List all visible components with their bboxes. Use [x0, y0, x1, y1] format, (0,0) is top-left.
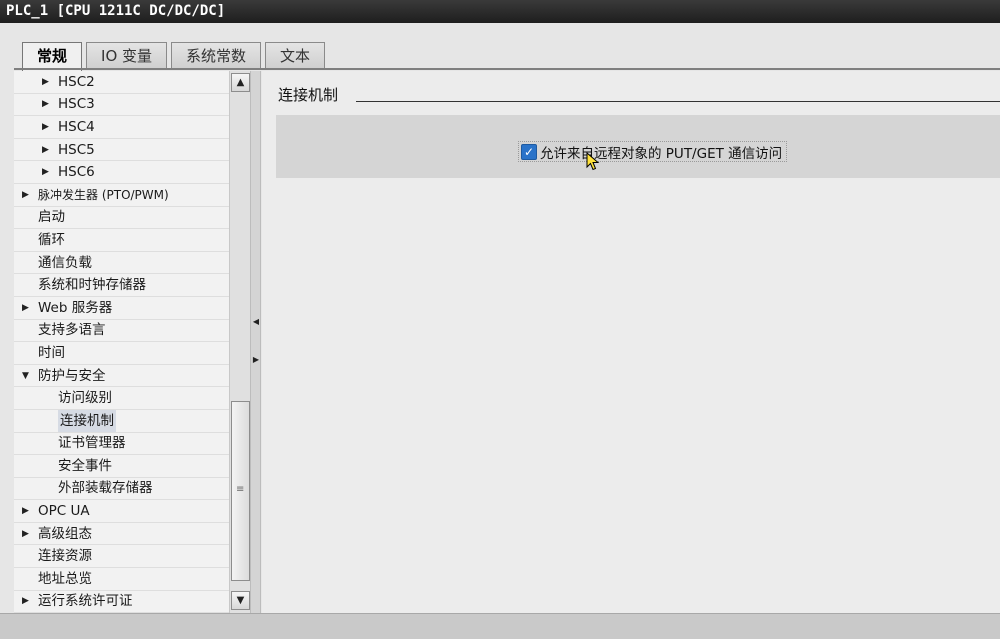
tree-item[interactable]: ▶ 运行系统许可证	[14, 591, 229, 613]
tree-item[interactable]: 连接机制	[14, 409, 229, 433]
tree-item-label: 启动	[38, 209, 65, 226]
collapse-left-icon[interactable]: ◀	[252, 313, 260, 331]
put-get-checkbox-label[interactable]: 允许来自远程对象的 PUT/GET 通信访问	[540, 142, 782, 162]
tree-item[interactable]: ▶ HSC2	[14, 71, 229, 94]
expand-arrow-icon[interactable]: ▶	[42, 93, 58, 115]
tree-item-label: 支持多语言	[38, 322, 106, 339]
tree-item[interactable]: 系统和时钟存储器	[14, 274, 229, 297]
tree-item[interactable]: ▶ 高级组态	[14, 523, 229, 546]
tree-item-label: OPC UA	[38, 503, 90, 520]
section-title: 连接机制	[278, 86, 339, 104]
check-icon: ✓	[523, 144, 535, 159]
expand-arrow-icon[interactable]: ▶	[42, 161, 58, 183]
tree-item-label: 连接资源	[38, 548, 92, 565]
tree-item[interactable]: 外部装载存储器	[14, 478, 229, 501]
navigation-tree: ▶ HSC2 ▶ HSC3 ▶ HSC4 ▶ HSC5 ▶ HSC6 ▶ 脉冲发生器 (PTO/PWM…	[14, 71, 229, 613]
tree-item[interactable]: 访问级别	[14, 387, 229, 410]
tab-general[interactable]: 常规	[22, 42, 83, 71]
tree-item[interactable]: ▶ HSC3	[14, 94, 229, 117]
window-title: PLC_1 [CPU 1211C DC/DC/DC]	[0, 0, 1000, 23]
tree-item[interactable]: ▶ HSC5	[14, 139, 229, 162]
expand-arrow-icon[interactable]: ▶	[42, 116, 58, 138]
expand-arrow-icon[interactable]: ▶	[42, 71, 58, 93]
tree-item[interactable]: 时间	[14, 342, 229, 365]
tree-item[interactable]: 连接资源	[14, 545, 229, 569]
tree-item[interactable]: 循环	[14, 229, 229, 252]
expand-right-icon[interactable]: ▶	[252, 351, 260, 369]
tree-item[interactable]: 支持多语言	[14, 320, 229, 343]
tree-item-label: 循环	[38, 231, 65, 248]
tree-item-label: 地址总览	[38, 570, 92, 587]
tree-item-label: 系统和时钟存储器	[38, 277, 146, 294]
expand-arrow-icon[interactable]: ▶	[22, 297, 38, 319]
tree-item-label: 访问级别	[58, 390, 112, 407]
tree-item[interactable]: ▶ HSC4	[14, 116, 229, 139]
tree-item-label: Web 服务器	[38, 299, 113, 316]
settings-group: ✓ 允许来自远程对象的 PUT/GET 通信访问	[276, 115, 1000, 178]
tree-item-label: 连接机制	[58, 409, 116, 432]
status-bar	[0, 613, 1000, 639]
tree-item-label: 时间	[38, 344, 65, 361]
tab-strip: 常规 IO 变量 系统常数 文本	[22, 42, 329, 71]
expand-arrow-icon[interactable]: ▶	[42, 139, 58, 161]
tree-item-label: 证书管理器	[58, 435, 126, 452]
tree-item-label: HSC4	[58, 118, 95, 135]
chevron-up-icon: ▲	[236, 77, 245, 88]
tree-item-label: 高级组态	[38, 525, 92, 542]
tab-system-constants[interactable]: 系统常数	[171, 42, 262, 69]
tree-item-label: HSC3	[58, 96, 95, 113]
tree-item-label: 通信负载	[38, 254, 92, 271]
tree-item[interactable]: 安全事件	[14, 455, 229, 478]
properties-content: 连接机制 ✓ 允许来自远程对象的 PUT/GET 通信访问	[262, 71, 1000, 613]
tree-item[interactable]: ▶ 脉冲发生器 (PTO/PWM)	[14, 184, 229, 207]
section-divider	[356, 101, 1000, 102]
tree-item-label: HSC6	[58, 164, 95, 181]
tab-divider	[14, 68, 1000, 70]
chevron-down-icon: ▼	[236, 595, 245, 606]
tree-item[interactable]: 启动	[14, 207, 229, 230]
put-get-option[interactable]: ✓ 允许来自远程对象的 PUT/GET 通信访问	[518, 141, 788, 162]
grip-icon: ≡	[236, 484, 245, 495]
put-get-checkbox[interactable]: ✓	[521, 143, 537, 160]
tree-item-label: 安全事件	[58, 457, 112, 474]
mouse-cursor-icon	[586, 152, 600, 171]
expand-arrow-icon[interactable]: ▶	[22, 523, 38, 545]
tab-texts[interactable]: 文本	[265, 42, 326, 69]
tab-io-tags[interactable]: IO 变量	[86, 42, 168, 69]
collapse-arrow-icon[interactable]: ▼	[22, 365, 38, 387]
tree-item-label: 外部装载存储器	[58, 480, 153, 497]
tree-item[interactable]: 通信负载	[14, 252, 229, 275]
tree-item[interactable]: ▶ HSC6	[14, 161, 229, 184]
tree-item[interactable]: ▶ OPC UA	[14, 500, 229, 523]
tree-item-label: HSC5	[58, 141, 95, 158]
scroll-up-button[interactable]: ▲	[231, 73, 250, 92]
tree-item[interactable]: 证书管理器	[14, 433, 229, 456]
tree-item-label: 脉冲发生器 (PTO/PWM)	[38, 187, 169, 202]
tree-item[interactable]: ▼ 防护与安全	[14, 365, 229, 388]
tree-item[interactable]: ▶ Web 服务器	[14, 297, 229, 320]
scroll-down-button[interactable]: ▼	[231, 591, 250, 610]
tree-item[interactable]: 地址总览	[14, 568, 229, 591]
tree-item-label: 防护与安全	[38, 367, 106, 384]
scroll-thumb[interactable]: ≡	[231, 401, 250, 581]
tree-item-label: 运行系统许可证	[38, 593, 133, 610]
pane-splitter[interactable]: ◀ ▶	[250, 71, 261, 613]
tree-item-label: HSC2	[58, 73, 95, 90]
expand-arrow-icon[interactable]: ▶	[22, 500, 38, 522]
expand-arrow-icon[interactable]: ▶	[22, 590, 38, 612]
tree-scrollbar[interactable]: ▲ ≡ ▼	[229, 71, 250, 613]
expand-arrow-icon[interactable]: ▶	[22, 184, 38, 206]
